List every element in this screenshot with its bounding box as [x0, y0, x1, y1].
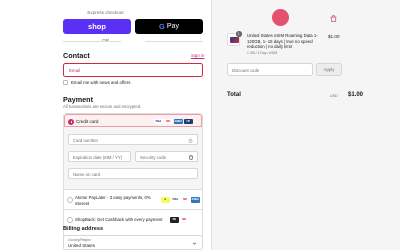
- credit-card-label: Credit card: [76, 119, 99, 124]
- name-on-card-field[interactable]: Name on card: [68, 168, 198, 179]
- payment-heading: Payment: [63, 95, 93, 104]
- product-price: $1.00: [328, 34, 340, 39]
- name-on-card-placeholder: Name on card: [73, 172, 100, 177]
- visa-icon: VISA: [171, 197, 180, 203]
- country-value: United States: [68, 243, 96, 248]
- news-opt-in[interactable]: Email me with news and offers: [63, 80, 130, 85]
- mastercard-icon: MC: [181, 197, 190, 203]
- total-value: $1.00: [348, 92, 364, 98]
- atome-logos: a VISA MC AMEX: [161, 197, 200, 203]
- card-brand-logos: VISA MC AMEX UP: [154, 118, 193, 124]
- chevron-down-icon: [192, 242, 197, 245]
- shop-pay-button[interactable]: shop: [63, 19, 131, 34]
- google-pay-label: Pay: [166, 23, 179, 30]
- shopback-logos: SB MC: [170, 217, 189, 223]
- security-code-field[interactable]: Security code ?: [135, 151, 198, 162]
- news-label: Email me with news and offers: [71, 80, 131, 85]
- mastercard-icon: MC: [180, 217, 189, 223]
- shopback-label: ShopBack: Get Cashback with every paymen…: [75, 217, 163, 222]
- visa-icon: VISA: [154, 118, 163, 124]
- country-select[interactable]: Country/Region United States: [63, 235, 203, 250]
- checkout-form: Express checkout shop G Pay OR Contact S…: [0, 0, 211, 250]
- mastercard-icon: MC: [164, 118, 173, 124]
- card-number-field[interactable]: Card number: [68, 134, 198, 145]
- amex-icon: AMEX: [174, 118, 183, 124]
- email-placeholder: Email: [69, 68, 80, 73]
- express-checkout-title: Express checkout: [87, 10, 124, 15]
- payment-note: All transactions are secure and encrypte…: [63, 104, 142, 109]
- store-logo: [272, 9, 289, 26]
- discount-code-field[interactable]: Discount code: [227, 63, 313, 76]
- total-label: Total: [227, 92, 241, 98]
- contact-heading: Contact: [63, 51, 90, 60]
- security-code-placeholder: Security code: [140, 155, 167, 160]
- atome-option[interactable]: Atome PayLater - 3 easy payments, 0% int…: [64, 189, 202, 209]
- credit-card-radio[interactable]: [68, 118, 74, 125]
- shopping-bag-icon[interactable]: [330, 15, 337, 22]
- product-variant: 1 GB / 1 Day / eSIM: [247, 51, 278, 55]
- product-name: United States eSIM Roaming Data 1-120GB,…: [247, 33, 318, 49]
- country-label: Country/Region: [68, 238, 91, 242]
- atome-icon: a: [161, 197, 170, 203]
- atome-label: Atome PayLater - 3 easy payments, 0% int…: [75, 195, 151, 206]
- billing-heading: Billing address: [63, 226, 104, 232]
- google-icon: G: [159, 22, 165, 31]
- discount-placeholder: Discount code: [232, 68, 260, 73]
- help-icon[interactable]: ?: [188, 155, 193, 160]
- product-image: [230, 37, 239, 43]
- atome-radio[interactable]: [67, 197, 73, 203]
- or-divider: OR: [0, 38, 211, 43]
- amex-icon: AMEX: [191, 197, 200, 203]
- sign-in-link[interactable]: Sign in: [191, 53, 204, 58]
- email-field[interactable]: Email: [63, 63, 203, 77]
- quantity-badge: 1: [236, 31, 242, 37]
- card-number-placeholder: Card number: [73, 138, 99, 143]
- news-checkbox[interactable]: [63, 80, 68, 85]
- expiration-field[interactable]: Expiration date (MM / YY): [68, 151, 131, 162]
- credit-card-fields: Card number Expiration date (MM / YY) Se…: [64, 127, 202, 189]
- shopback-icon: SB: [170, 217, 179, 223]
- shopback-radio[interactable]: [67, 217, 73, 223]
- total-currency: USD: [330, 94, 338, 98]
- unionpay-icon: UP: [184, 118, 193, 124]
- lock-icon: [188, 138, 193, 143]
- google-pay-button[interactable]: G Pay: [135, 19, 203, 34]
- apply-discount-button[interactable]: Apply: [316, 63, 342, 76]
- credit-card-option[interactable]: Credit card VISA MC AMEX UP: [64, 114, 202, 127]
- expiration-placeholder: Expiration date (MM / YY): [73, 155, 123, 160]
- order-summary: 1 United States eSIM Roaming Data 1-120G…: [211, 0, 400, 250]
